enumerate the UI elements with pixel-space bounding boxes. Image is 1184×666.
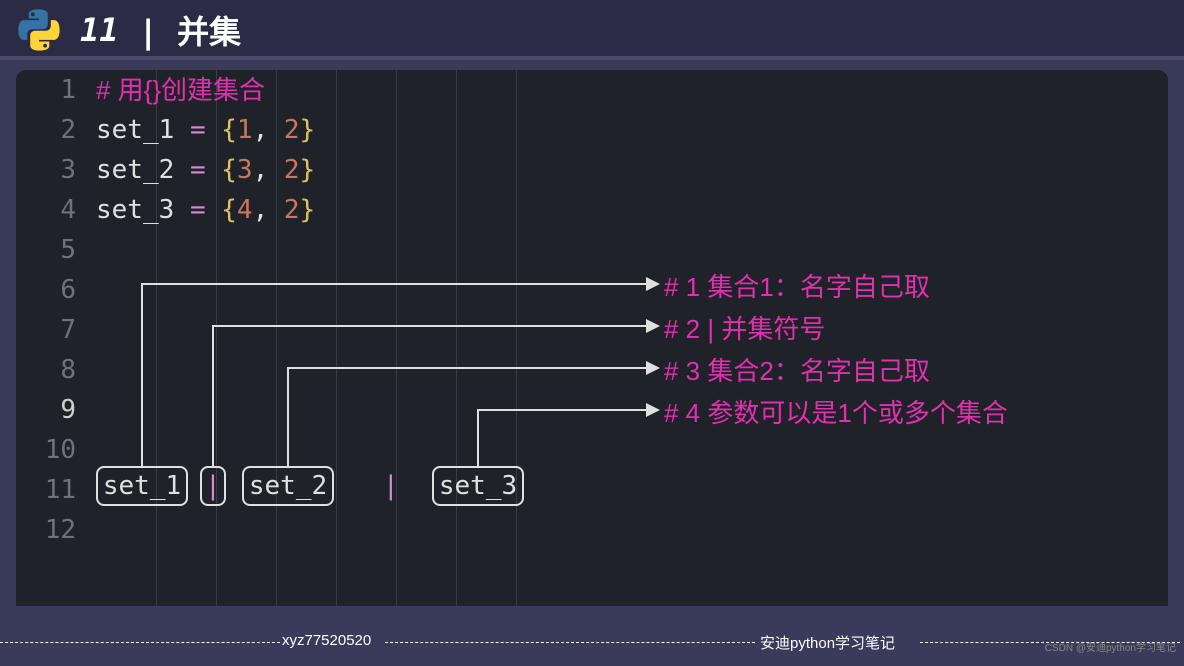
set1-token: set_1 xyxy=(96,466,188,506)
arrowhead-icon xyxy=(646,319,660,333)
annotation-2: # 2 | 并集符号 xyxy=(664,316,825,342)
arrowhead-icon xyxy=(646,403,660,417)
set3-token: set_3 xyxy=(432,466,524,506)
footer: xyz77520520 安迪python学习笔记 CSDN @安迪python学… xyxy=(0,632,1184,656)
python-logo-icon xyxy=(18,9,60,51)
code-line-3: set_2 = {3, 2} xyxy=(96,150,1168,190)
slide-title: | 并集 xyxy=(139,7,242,53)
slide-header: 11 | 并集 xyxy=(0,0,1184,60)
footer-left-label: xyz77520520 xyxy=(282,632,371,649)
line-number: 9 xyxy=(16,390,76,430)
annotation-3: # 3 集合2：名字自己取 xyxy=(664,358,930,384)
watermark: CSDN @安迪python学习笔记 xyxy=(1045,639,1176,654)
annotation-1: # 1 集合1：名字自己取 xyxy=(664,274,930,300)
line-number: 12 xyxy=(16,510,76,550)
line-number: 1 xyxy=(16,70,76,110)
line-number: 8 xyxy=(16,350,76,390)
line-number: 2 xyxy=(16,110,76,150)
code-area: # 用{}创建集合 set_1 = {1, 2} set_2 = {3, 2} … xyxy=(96,70,1168,606)
annotation-4: # 4 参数可以是1个或多个集合 xyxy=(664,400,1008,426)
arrowhead-icon xyxy=(646,277,660,291)
line-number-gutter: 1 2 3 4 5 6 7 8 9 10 11 12 xyxy=(16,70,88,606)
pipe-token-2: | xyxy=(383,466,399,506)
line-number: 6 xyxy=(16,270,76,310)
arrowhead-icon xyxy=(646,361,660,375)
line-number: 10 xyxy=(16,430,76,470)
code-panel: 1 2 3 4 5 6 7 8 9 10 11 12 # 用{}创建集合 set… xyxy=(16,70,1168,606)
footer-right-label: 安迪python学习笔记 xyxy=(760,632,895,653)
code-line-4: set_3 = {4, 2} xyxy=(96,190,1168,230)
line-number: 7 xyxy=(16,310,76,350)
pipe-token-1: | xyxy=(200,466,226,506)
slide-number: 11 xyxy=(80,11,119,49)
line-number: 11 xyxy=(16,470,76,510)
set2-token: set_2 xyxy=(242,466,334,506)
code-line-1: # 用{}创建集合 xyxy=(96,70,1168,110)
line-number: 4 xyxy=(16,190,76,230)
code-line-2: set_1 = {1, 2} xyxy=(96,110,1168,150)
line-number: 5 xyxy=(16,230,76,270)
line-number: 3 xyxy=(16,150,76,190)
